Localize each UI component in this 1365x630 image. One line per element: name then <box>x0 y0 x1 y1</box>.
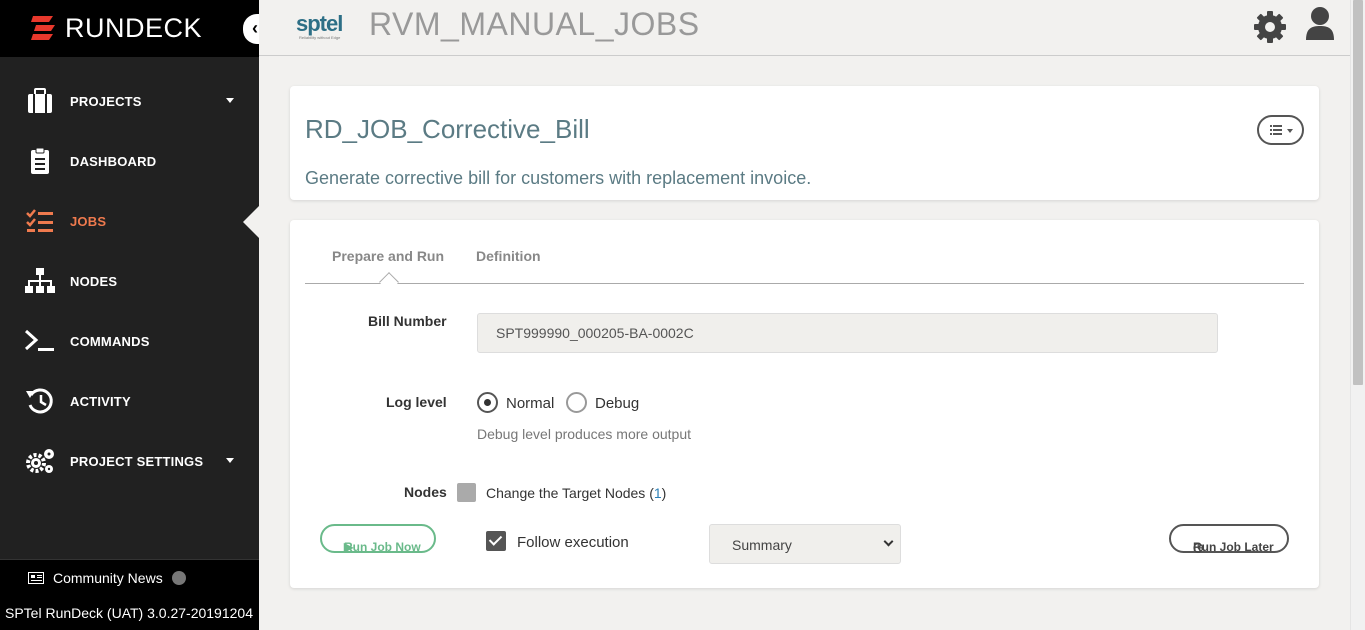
version-footer: SPTel RunDeck (UAT) 3.0.27-20191204 <box>0 596 259 630</box>
run-job-now-button[interactable]: Run Job Now ▶ <box>320 524 436 554</box>
job-description: Generate corrective bill for customers w… <box>305 168 812 188</box>
news-status-dot <box>172 571 186 585</box>
sitemap-icon <box>25 268 55 293</box>
output-mode-value: Summary <box>732 537 792 553</box>
sidebar-item-label: PROJECTS <box>70 94 142 109</box>
project-logo-tagline: Reliability without Edge <box>299 35 341 40</box>
list-icon <box>1270 125 1282 135</box>
chevron-left-icon: ‹ <box>252 18 258 38</box>
brand-name[interactable]: RUNDECK <box>65 13 202 44</box>
sidebar-item-label: JOBS <box>70 214 107 229</box>
project-logo[interactable]: sptel Reliability without Edge <box>296 11 344 43</box>
sidebar-item-dashboard[interactable]: DASHBOARD <box>0 131 259 191</box>
newspaper-icon <box>28 572 44 584</box>
sidebar-item-commands[interactable]: COMMANDS <box>0 311 259 371</box>
active-tab-indicator <box>379 272 399 292</box>
play-icon: ▶ <box>344 540 354 554</box>
sidebar-item-nodes[interactable]: NODES <box>0 251 259 311</box>
sidebar-item-project-settings[interactable]: PROJECT SETTINGS <box>0 431 259 491</box>
change-target-nodes-checkbox[interactable] <box>457 483 476 502</box>
log-level-normal-radio[interactable] <box>477 392 498 413</box>
clipboard-icon <box>31 147 49 174</box>
follow-execution-checkbox[interactable] <box>486 531 506 551</box>
sidebar: RUNDECK ‹ PROJECTS DASHBOARD JOBS NODES … <box>0 0 269 630</box>
run-job-later-label: Run Job Later <box>1193 540 1274 554</box>
sidebar-item-label: NODES <box>70 274 118 289</box>
run-job-later-button[interactable]: Run Job Later ◷ <box>1169 524 1289 554</box>
terminal-icon <box>24 329 54 351</box>
chevron-down-icon <box>883 536 894 547</box>
sidebar-item-label: PROJECT SETTINGS <box>70 454 204 469</box>
log-level-debug-radio[interactable] <box>566 392 587 413</box>
job-header-card: RD_JOB_Corrective_Bill Generate correcti… <box>290 86 1319 200</box>
version-text: SPTel RunDeck (UAT) 3.0.27-20191204 <box>5 605 253 621</box>
bill-number-label: Bill Number <box>368 313 447 329</box>
sidebar-item-label: DASHBOARD <box>70 154 157 169</box>
job-title: RD_JOB_Corrective_Bill <box>305 114 590 144</box>
sidebar-item-label: COMMANDS <box>70 334 150 349</box>
sidebar-item-jobs[interactable]: JOBS <box>0 191 259 251</box>
log-level-debug-label[interactable]: Debug <box>595 395 639 412</box>
gears-icon <box>26 449 54 473</box>
rundeck-logo-icon[interactable] <box>31 15 55 41</box>
caret-down-icon <box>1287 129 1293 133</box>
community-news[interactable]: Community News <box>0 559 259 596</box>
output-mode-select[interactable]: Summary <box>709 524 901 564</box>
follow-execution-label[interactable]: Follow execution <box>517 534 629 551</box>
nodes-label: Nodes <box>404 484 447 500</box>
brand-bar: RUNDECK <box>0 0 259 57</box>
nodes-count: 1 <box>653 485 662 501</box>
scrollbar-thumb[interactable] <box>1353 0 1363 385</box>
caret-down-icon <box>226 458 234 463</box>
clock-icon: ◷ <box>1193 540 1204 554</box>
nodes-text: Change the Target Nodes ( <box>486 485 654 501</box>
sidebar-item-label: ACTIVITY <box>70 394 131 409</box>
run-job-now-label: Run Job Now <box>344 540 421 554</box>
vertical-scrollbar[interactable] <box>1350 0 1365 630</box>
tab-definition[interactable]: Definition <box>476 248 541 264</box>
sidebar-item-activity[interactable]: ACTIVITY <box>0 371 259 431</box>
active-nav-pointer <box>243 206 259 238</box>
project-title[interactable]: RVM_MANUAL_JOBS <box>369 6 700 43</box>
top-header: sptel Reliability without Edge RVM_MANUA… <box>259 0 1350 56</box>
project-logo-text: sptel <box>296 11 343 36</box>
log-level-label: Log level <box>386 394 447 410</box>
log-level-help: Debug level produces more output <box>477 426 692 442</box>
community-news-label: Community News <box>53 570 163 586</box>
change-target-nodes-label[interactable]: Change the Target Nodes (1) <box>486 485 666 501</box>
job-actions-button[interactable] <box>1257 115 1304 145</box>
log-level-normal-label[interactable]: Normal <box>506 395 554 412</box>
briefcase-icon <box>28 88 52 113</box>
tab-divider <box>305 283 1304 284</box>
tab-prepare-and-run[interactable]: Prepare and Run <box>332 248 444 264</box>
checklist-icon <box>26 209 53 232</box>
user-icon[interactable] <box>1304 6 1336 42</box>
history-icon <box>26 388 53 414</box>
run-job-card: Prepare and Run Definition Bill Number L… <box>290 220 1319 588</box>
bill-number-input[interactable] <box>477 313 1218 353</box>
caret-down-icon <box>226 98 234 103</box>
sidebar-item-projects[interactable]: PROJECTS <box>0 71 259 131</box>
gear-icon[interactable] <box>1253 10 1287 44</box>
nodes-text-end: ) <box>661 485 667 501</box>
